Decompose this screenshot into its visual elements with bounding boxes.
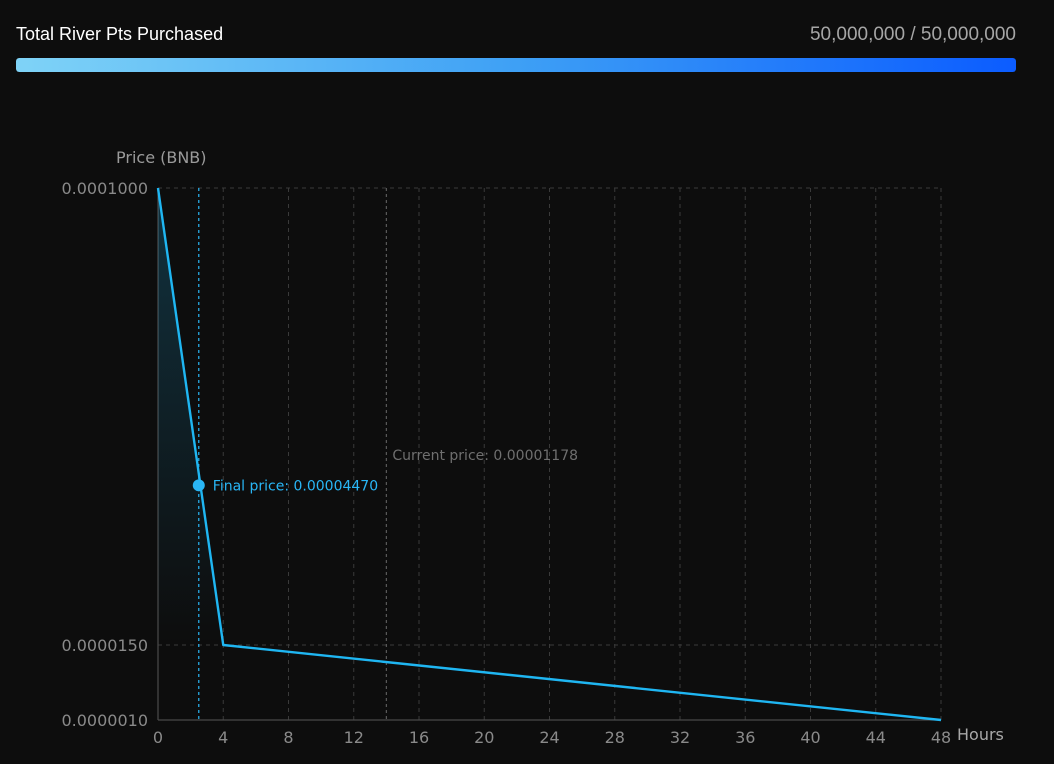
y-axis-label: Price (BNB) [116, 148, 207, 167]
x-tick-label: 44 [866, 728, 886, 747]
current-price-label: Current price: 0.00001178 [392, 448, 578, 464]
x-tick-label: 12 [344, 728, 364, 747]
y-tick-label: 0.0001000 [61, 179, 148, 198]
x-tick-label: 48 [931, 728, 951, 747]
final-price-label: Final price: 0.00004470 [213, 478, 378, 494]
x-tick-label: 0 [153, 728, 163, 747]
x-tick-label: 8 [283, 728, 293, 747]
x-tick-label: 28 [605, 728, 625, 747]
x-tick-label: 4 [218, 728, 228, 747]
x-axis-label: Hours [957, 725, 1004, 744]
y-tick-label: 0.0000150 [61, 636, 148, 655]
x-tick-label: 32 [670, 728, 690, 747]
y-tick-label: 0.0000010 [61, 711, 148, 730]
x-tick-label: 20 [474, 728, 494, 747]
x-tick-label: 24 [539, 728, 559, 747]
x-tick-label: 40 [800, 728, 820, 747]
final-price-point [192, 479, 205, 492]
x-tick-label: 16 [409, 728, 429, 747]
price-chart: Final price: 0.00004470 Current price: 0.… [61, 148, 1004, 747]
x-tick-label: 36 [735, 728, 755, 747]
